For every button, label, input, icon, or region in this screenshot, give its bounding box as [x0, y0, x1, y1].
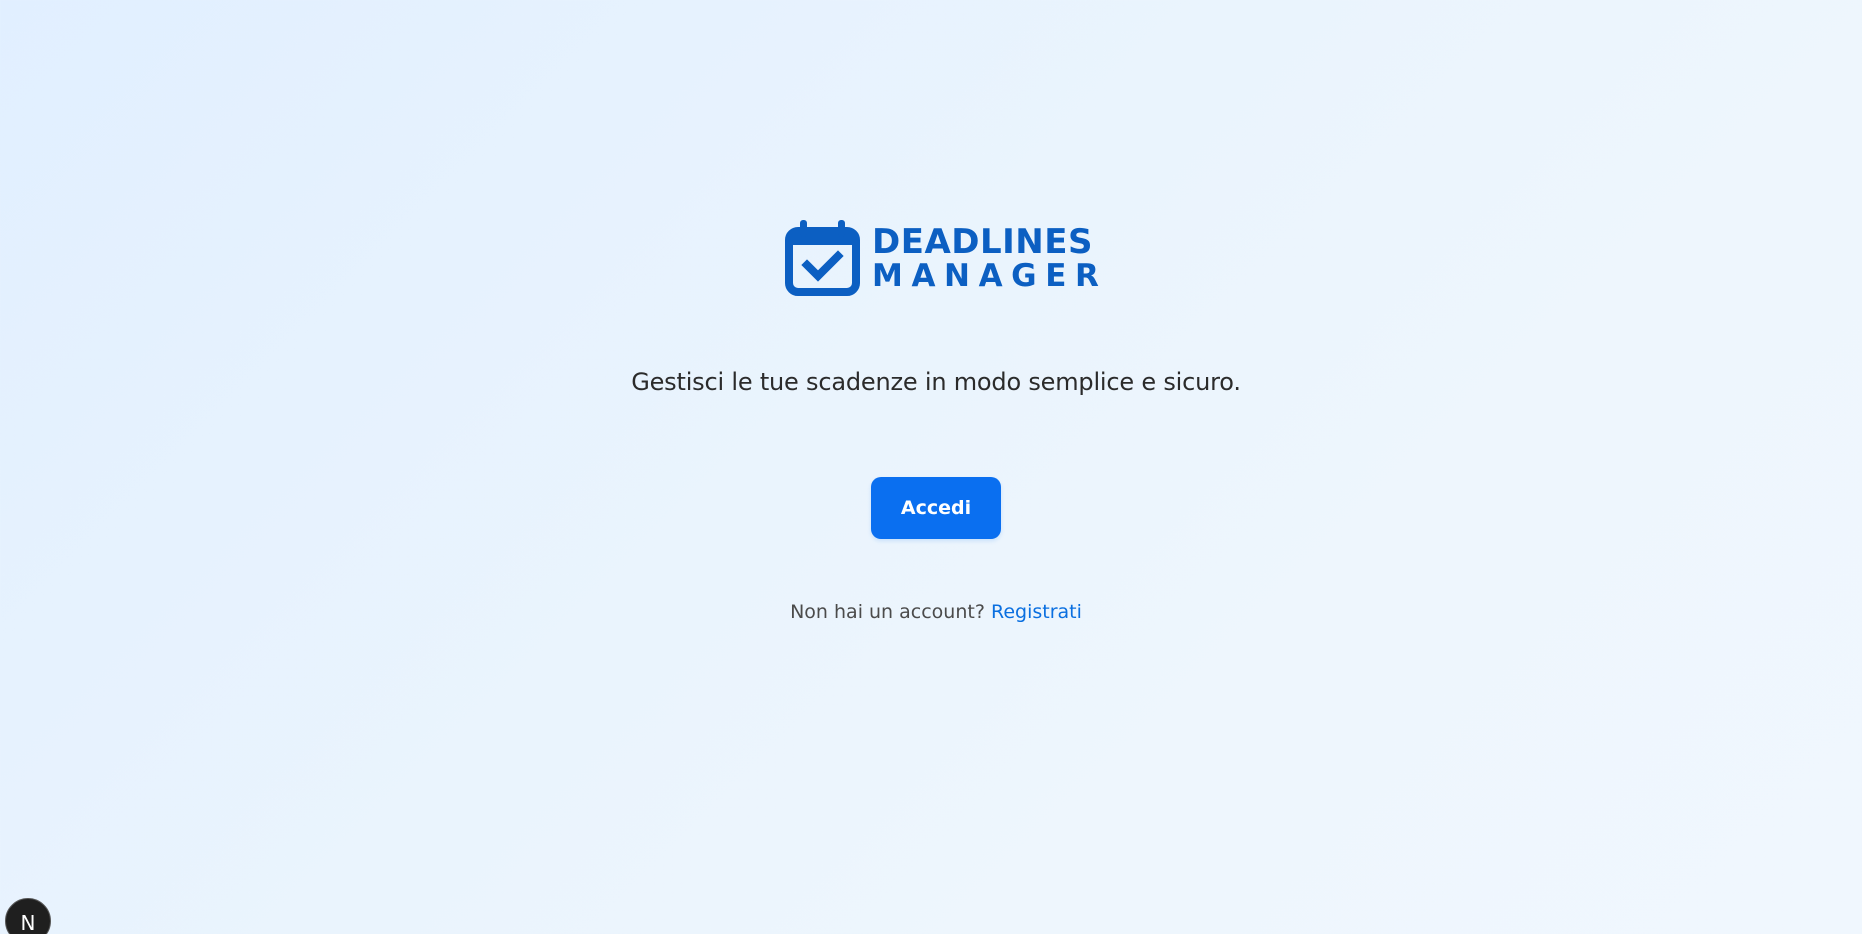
tagline: Gestisci le tue scadenze in modo semplic…	[631, 368, 1241, 396]
nextjs-icon[interactable]: N	[5, 898, 51, 934]
calendar-check-icon	[785, 220, 860, 296]
signup-row: Non hai un account? Registrati	[0, 601, 1862, 623]
login-button[interactable]: Accedi	[871, 477, 1001, 539]
app-logo: DEADLINES MANAGER	[785, 220, 1107, 296]
logo-wordmark: DEADLINES MANAGER	[872, 225, 1107, 292]
signup-link[interactable]: Registrati	[991, 601, 1082, 623]
signup-prompt: Non hai un account?	[790, 601, 991, 623]
dev-badge-label: N	[20, 911, 36, 934]
logo-line2: MANAGER	[872, 257, 1108, 294]
logo-line1: DEADLINES	[872, 221, 1093, 262]
